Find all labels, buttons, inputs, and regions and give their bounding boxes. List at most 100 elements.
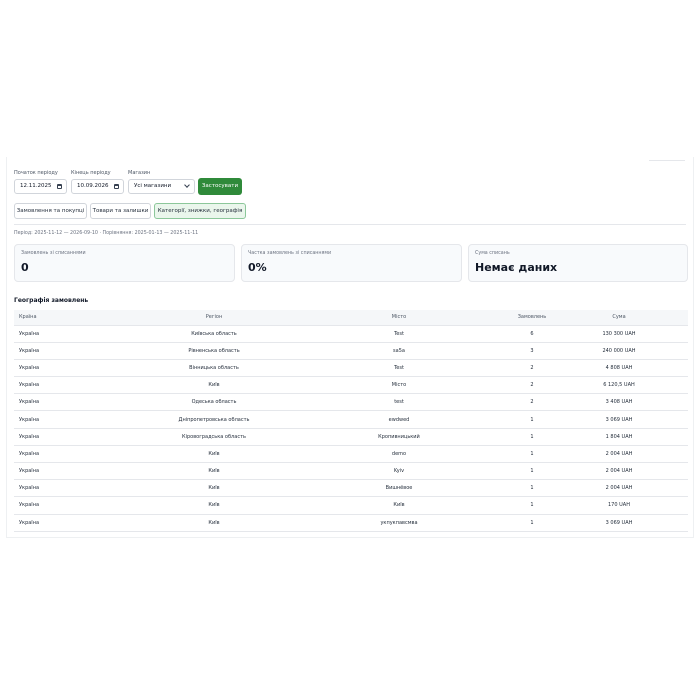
cell-orders: 3 (514, 342, 550, 360)
table-row: Україна Київ Вишнёвое 1 2 004 UAH (14, 479, 688, 498)
table-row: Україна Рівненська область sa5a 3 240 000 UA… (14, 342, 688, 360)
column-header-orders[interactable]: Замовлень (514, 310, 550, 326)
column-header-city[interactable]: Місто (284, 310, 514, 326)
store-select-value: Усі магазини (134, 183, 172, 189)
calendar-icon[interactable] (57, 184, 62, 189)
cell-region: Вінницька область (144, 359, 284, 378)
card-writeoff-orders: Замовлень зі списаннями 0 (14, 244, 235, 282)
table-header-row: Країна Регіон Місто Замовлень Сума (14, 310, 688, 326)
cell-city: укпукпавсмва (284, 514, 514, 532)
cell-city: ewdwed (284, 410, 514, 429)
cell-region: Рівненська область (144, 342, 284, 360)
card-writeoff-share: Частка замовлень зі списаннями 0% (241, 244, 462, 282)
cell-orders: 1 (514, 514, 550, 532)
cell-country: Україна (14, 376, 144, 395)
cell-region: Київська область (144, 325, 284, 343)
analytics-panel: Початок періоду 12.11.2025 Кінець період… (6, 157, 694, 538)
cell-sum: 2 004 UAH (550, 479, 688, 498)
column-header-sum[interactable]: Сума (550, 310, 688, 326)
start-date-group: Початок періоду 12.11.2025 (14, 169, 68, 194)
cell-region: Київ (144, 376, 284, 395)
column-header-region[interactable]: Регіон (144, 310, 284, 326)
cell-sum: 3 408 UAH (550, 393, 688, 412)
card-label: Частка замовлень зі списаннями (248, 251, 332, 256)
start-date-value: 12.11.2025 (20, 183, 52, 189)
cell-region: Кіровоградська область (144, 428, 284, 446)
cell-city: Вишнёвое (284, 479, 514, 498)
cell-country: Україна (14, 393, 144, 412)
card-value: 0% (248, 261, 267, 274)
cell-country: Україна (14, 359, 144, 378)
cell-city: test (284, 393, 514, 412)
cell-city: Kyiv (284, 462, 514, 481)
cell-sum: 170 UAH (550, 496, 688, 515)
tab-categories-discounts-geo[interactable]: Категорії, знижки, географія (154, 203, 246, 219)
cell-sum: 6 120,5 UAH (550, 376, 688, 395)
panel-corner-divider (649, 157, 685, 161)
cell-orders: 1 (514, 496, 550, 515)
store-select[interactable]: Усі магазини (128, 179, 195, 194)
table-row: Україна Київ укпукпавсмва 1 3 069 UAH (14, 514, 688, 532)
cell-orders: 1 (514, 445, 550, 464)
cell-city: Test (284, 359, 514, 378)
cell-region: Київ (144, 445, 284, 464)
cell-orders: 1 (514, 428, 550, 446)
start-date-input[interactable]: 12.11.2025 (14, 179, 67, 194)
tab-orders-customers[interactable]: Замовлення та покупці (14, 203, 87, 219)
column-header-country[interactable]: Країна (14, 310, 144, 326)
cell-region: Київ (144, 496, 284, 515)
apply-button[interactable]: Застосувати (198, 178, 242, 195)
end-date-value: 10.09.2026 (77, 183, 109, 189)
cell-orders: 1 (514, 410, 550, 429)
table-row: Україна Київ Місто 2 6 120,5 UAH (14, 376, 688, 395)
cell-city: sa5a (284, 342, 514, 360)
end-date-input[interactable]: 10.09.2026 (71, 179, 124, 194)
table-row: Україна Київська область Test 6 130 300 UAH (14, 325, 688, 343)
cell-orders: 6 (514, 325, 550, 343)
end-date-label: Кінець періоду (71, 170, 111, 176)
period-caption: Період: 2025-11-12 — 2026-09-10 · Порівн… (14, 231, 199, 236)
card-value: 0 (21, 261, 29, 274)
calendar-icon[interactable] (114, 184, 119, 189)
cell-sum: 4 808 UAH (550, 359, 688, 378)
cell-orders: 1 (514, 462, 550, 481)
tab-products-stock[interactable]: Товари та залишки (90, 203, 151, 219)
geo-table-body: Україна Київська область Test 6 130 300 UAH У… (14, 325, 688, 532)
cell-sum: 2 004 UAH (550, 462, 688, 481)
cell-city: Test (284, 325, 514, 343)
geo-table: Країна Регіон Місто Замовлень Сума Украї… (14, 310, 688, 532)
cell-country: Україна (14, 342, 144, 360)
cell-sum: 3 069 UAH (550, 514, 688, 532)
cell-country: Україна (14, 428, 144, 446)
end-date-group: Кінець періоду 10.09.2026 (71, 169, 125, 194)
cell-sum: 1 804 UAH (550, 428, 688, 446)
cell-country: Україна (14, 325, 144, 343)
table-row: Україна Київ Kyiv 1 2 004 UAH (14, 462, 688, 481)
store-label: Магазин (128, 170, 151, 176)
cell-region: Одеська область (144, 393, 284, 412)
card-value: Немає даних (475, 261, 558, 274)
cell-region: Київ (144, 514, 284, 532)
cell-region: Дніпропетровська область (144, 410, 284, 429)
cell-country: Україна (14, 462, 144, 481)
cell-orders: 2 (514, 393, 550, 412)
cell-city: demo (284, 445, 514, 464)
card-label: Сума списань (475, 251, 510, 256)
cell-region: Київ (144, 462, 284, 481)
cell-city: Кропивницький (284, 428, 514, 446)
table-row: Україна Київ demo 1 2 004 UAH (14, 445, 688, 464)
cell-sum: 3 069 UAH (550, 410, 688, 429)
store-group: Магазин Усі магазини (128, 169, 198, 194)
start-date-label: Початок періоду (14, 170, 58, 176)
cell-country: Україна (14, 479, 144, 498)
geo-section-title: Географія замовлень (14, 297, 89, 304)
cell-orders: 1 (514, 479, 550, 498)
card-writeoff-sum: Сума списань Немає даних (468, 244, 688, 282)
cell-country: Україна (14, 514, 144, 532)
card-label: Замовлень зі списаннями (21, 251, 86, 256)
cell-orders: 2 (514, 359, 550, 378)
cell-country: Україна (14, 496, 144, 515)
cell-city: Київ (284, 496, 514, 515)
cell-orders: 2 (514, 376, 550, 395)
cell-sum: 2 004 UAH (550, 445, 688, 464)
